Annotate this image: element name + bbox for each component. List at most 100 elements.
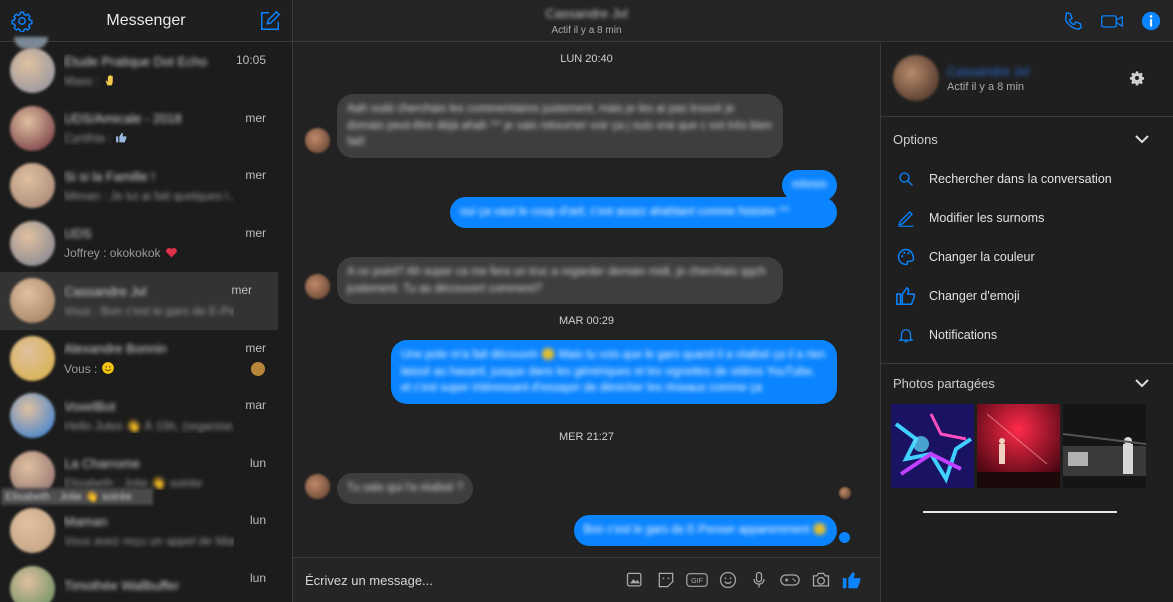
avatar — [10, 508, 55, 554]
snippet-blurred: Vous : Bon c'est le gars de E-Pe... — [64, 303, 234, 318]
conversation-text: Alexandre Bonnin Vous : — [64, 341, 234, 376]
message-text: A ce point? Ah super ca me fera un truc … — [347, 266, 766, 295]
game-controller-icon[interactable] — [779, 569, 801, 591]
message-text: Tu sais qui l'a réalisé ? — [347, 482, 464, 494]
conversation-snippet: Cynthia : — [64, 131, 234, 145]
conversation-snippet: Vous : — [64, 361, 234, 376]
conversation-item[interactable]: Cassandre Jvl Vous : Bon c'est le gars de… — [0, 272, 278, 330]
conversation-item[interactable]: VoxelBot Hello Jules 👋 À 15h, (organise..… — [0, 387, 292, 445]
message-thread[interactable]: LUN 20:40 Aah ouiiii cherchais les comme… — [293, 43, 880, 557]
hand-emoji-icon — [103, 74, 116, 87]
avatar — [305, 274, 330, 299]
conversation-text: Étude Pratique Dot Echo Maxs : — [64, 54, 234, 88]
shared-photo[interactable] — [891, 404, 974, 488]
message-bubble[interactable]: Bon c'est le gars de E-Penser apparemmen… — [573, 515, 837, 546]
like-button[interactable] — [841, 569, 863, 591]
settings-gear-icon[interactable] — [10, 9, 34, 33]
option-label: Changer d'emoji — [929, 288, 1020, 303]
call-actions — [880, 0, 1173, 42]
conversation-time: mar — [245, 398, 266, 412]
snippet-text: Joffrey : okokokok — [64, 246, 161, 261]
shared-photo[interactable] — [1063, 404, 1146, 488]
gear-icon[interactable] — [1129, 70, 1145, 86]
conversation-item[interactable]: Étude Pratique Dot Echo Maxs : 10:05 — [0, 42, 292, 100]
smile-emoji-icon — [101, 361, 115, 375]
conversation-pane: Cassandre Jvl Actif il y a 8 min LUN 20:… — [293, 0, 880, 602]
emoji-icon[interactable] — [717, 569, 739, 591]
gif-icon[interactable]: GIF — [686, 569, 708, 591]
message-bubble[interactable]: oui ça vaut le coup d'œil, c'est assez a… — [450, 197, 837, 228]
pencil-icon — [895, 207, 917, 229]
conversation-text: Cassandre Jvl Vous : Bon c'est le gars de… — [64, 284, 234, 318]
conversation-snippet: Maxs : — [64, 74, 234, 88]
timestamp: LUN 20:40 — [560, 53, 613, 65]
message-text: mhmm — [791, 179, 827, 191]
conversation-time: mer — [245, 225, 266, 240]
shared-photo[interactable] — [977, 404, 1060, 488]
contact-status: Actif il y a 8 min — [551, 24, 622, 36]
conversation-name: Timothée Wallbuffer — [64, 578, 180, 594]
avatar — [305, 128, 330, 153]
option-change-color[interactable]: Changer la couleur — [881, 237, 1173, 276]
profile-status: Actif il y a 8 min — [947, 81, 1025, 93]
shared-photos-toggle[interactable]: Photos partagées — [881, 364, 1173, 402]
conversation-item[interactable]: Si si la Famille ! Miman : Je lui ai fait… — [0, 157, 292, 215]
new-message-icon[interactable] — [258, 9, 282, 33]
option-notifications[interactable]: Notifications — [881, 315, 1173, 354]
conversation-snippet: Hello Jules 👋 À 15h, (organise... — [64, 419, 234, 433]
message-bubble[interactable]: Une pote m'a fait découvrir 🙂 Mais tu vo… — [391, 340, 837, 404]
snippet-blurred: Miman : Je lui ai fait quelques l... — [64, 188, 234, 203]
profile-name[interactable]: Cassandre Jvl — [947, 64, 1029, 79]
conversation-time: lun — [249, 513, 266, 527]
conversation-text: Si si la Famille ! Miman : Je lui ai fait… — [64, 169, 234, 203]
video-call-button[interactable] — [1100, 9, 1124, 33]
contact-name[interactable]: Cassandre Jvl — [545, 6, 627, 21]
message-input[interactable]: Écrivez un message... — [305, 573, 615, 588]
info-button[interactable] — [1139, 9, 1163, 33]
conversation-text: Timothée Wallbuffer — [64, 578, 234, 598]
conversation-sidebar: Messenger Étude Pratique Dot Echo Maxs : 1… — [0, 0, 293, 602]
camera-icon[interactable] — [810, 569, 832, 591]
message-bubble[interactable]: mhmm — [781, 170, 837, 201]
conversation-list: Étude Pratique Dot Echo Maxs : 10:05 UDS/Am… — [0, 42, 292, 602]
conversation-time: lun — [249, 570, 266, 585]
conversation-item[interactable]: Maman Vous avez reçu un appel de Mam... lu… — [0, 502, 292, 560]
message-bubble[interactable]: Aah ouiiii cherchais les commentaires ju… — [337, 94, 783, 158]
options-section-toggle[interactable]: Options — [881, 119, 1173, 159]
info-panel: Cassandre Jvl Actif il y a 8 min Options… — [880, 43, 1173, 602]
conversation-name: Cassandre Jvl — [64, 283, 147, 299]
heart-emoji-icon — [165, 246, 178, 259]
microphone-icon[interactable] — [748, 569, 770, 591]
option-search-conversation[interactable]: Rechercher dans la conversation — [881, 159, 1173, 198]
avatar[interactable] — [893, 55, 939, 101]
conversation-item[interactable]: UDS/Amicale - 2018 Cynthia : mer — [0, 100, 292, 158]
conversation-name: Si si la Famille ! — [64, 168, 156, 184]
message-bubble[interactable]: Tu sais qui l'a réalisé ? — [337, 473, 474, 504]
palette-icon — [895, 246, 917, 268]
svg-text:GIF: GIF — [691, 578, 703, 585]
seen-avatar — [251, 361, 265, 376]
shared-photos-grid — [881, 404, 1173, 488]
conversation-name: Étude Pratique Dot Echo — [64, 53, 208, 69]
conversation-item[interactable]: UDS Joffrey : okokokok mer — [0, 215, 292, 273]
photo-icon[interactable] — [624, 569, 646, 591]
sticker-icon[interactable] — [655, 569, 677, 591]
conversation-time: mer — [231, 283, 252, 297]
option-label: Notifications — [929, 327, 998, 342]
conversation-item[interactable]: Timothée Wallbuffer lun — [0, 560, 292, 602]
conversation-name: UDS — [64, 226, 92, 242]
snippet-blurred: Hello Jules 👋 À 15h, (organise... — [64, 418, 234, 433]
option-edit-nicknames[interactable]: Modifier les surnoms — [881, 198, 1173, 237]
like-emoji-icon — [115, 131, 128, 144]
message-text: oui ça vaut le coup d'œil, c'est assez a… — [460, 206, 790, 218]
phone-call-button[interactable] — [1061, 9, 1085, 33]
conversation-name: VoxelBot — [64, 398, 116, 414]
option-change-emoji[interactable]: Changer d'emoji — [881, 276, 1173, 315]
message-bubble[interactable]: A ce point? Ah super ca me fera un truc … — [337, 257, 783, 304]
message-text: Une pote m'a fait découvrir 🙂 Mais tu vo… — [401, 349, 826, 394]
option-label: Modifier les surnoms — [929, 210, 1045, 225]
scroll-indicator — [923, 511, 1117, 513]
conversation-item[interactable]: Alexandre Bonnin Vous : mer — [0, 330, 292, 388]
chevron-down-icon — [1135, 132, 1149, 146]
sidebar-header: Messenger — [0, 0, 292, 42]
